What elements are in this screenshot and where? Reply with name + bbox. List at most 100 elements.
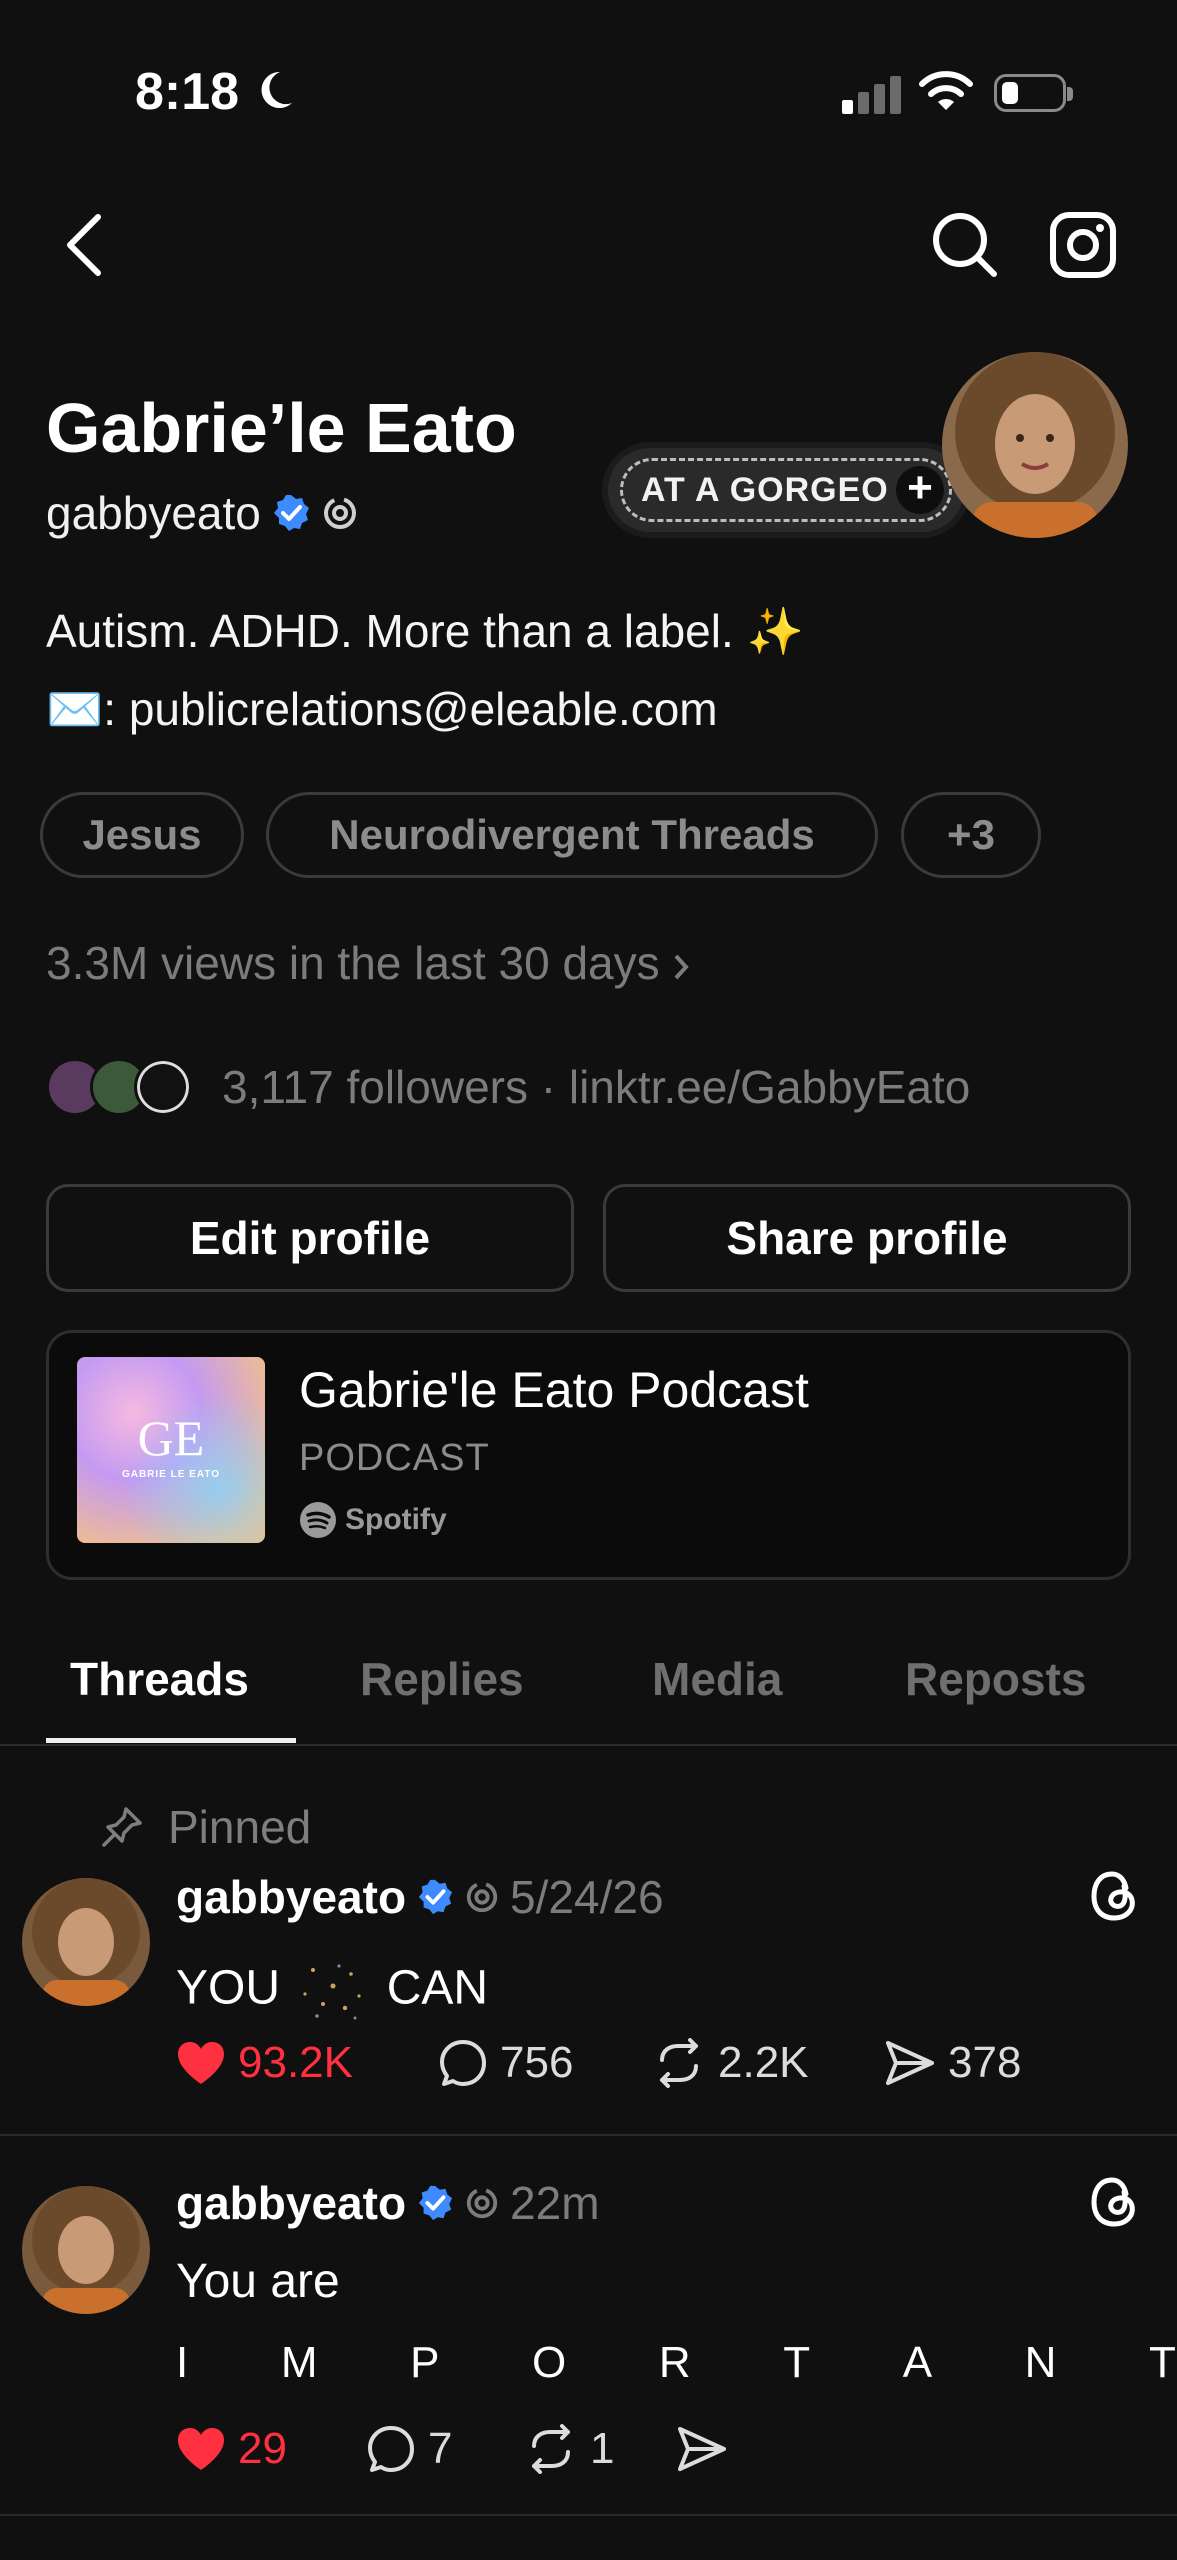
- post-text: YOU CAN: [176, 1956, 488, 2026]
- like-count: 29: [238, 2424, 287, 2473]
- status-time: 8:18: [135, 63, 240, 121]
- views-text: 3.3M views in the last 30 days: [46, 937, 660, 989]
- pinned-label: Pinned: [168, 1801, 312, 1853]
- repost-button[interactable]: 1: [524, 2424, 676, 2474]
- letter: I: [176, 2338, 189, 2387]
- threads-logo-icon[interactable]: [1088, 2174, 1140, 2230]
- views-insight-link[interactable]: 3.3M views in the last 30 days: [46, 936, 692, 990]
- tab-threads[interactable]: Threads: [70, 1652, 249, 1706]
- reply-button[interactable]: 756: [438, 2038, 652, 2088]
- repost-count: 2.2K: [718, 2038, 809, 2087]
- post-header: gabbyeato 22m: [176, 2176, 600, 2230]
- edit-profile-button[interactable]: Edit profile: [46, 1184, 574, 1292]
- spotify-icon: [300, 1502, 336, 1538]
- share-profile-button[interactable]: Share profile: [603, 1184, 1131, 1292]
- letter: T: [1149, 2338, 1176, 2387]
- reply-count: 756: [500, 2038, 574, 2087]
- tab-reposts[interactable]: Reposts: [905, 1652, 1086, 1706]
- send-icon: [886, 2041, 934, 2085]
- repost-icon: [660, 2038, 698, 2088]
- followers-text: 3,117 followers · linktr.ee/GabbyEato: [222, 1061, 971, 1113]
- repost-button[interactable]: 2.2K: [652, 2038, 884, 2088]
- chevron-right-icon: [674, 954, 690, 980]
- comment-icon: [440, 2040, 486, 2086]
- tag-chip-jesus[interactable]: Jesus: [40, 792, 244, 878]
- spotify-source: Spotify: [299, 1501, 447, 1539]
- tag-chip-neurodivergent[interactable]: Neurodivergent Threads: [266, 792, 878, 878]
- moon-icon: [261, 71, 292, 108]
- verified-badge-icon: [418, 2185, 453, 2221]
- chevron-left-icon: [67, 214, 101, 276]
- spotify-label: Spotify: [345, 1503, 447, 1536]
- podcast-title: Gabrie'le Eato Podcast: [299, 1362, 809, 1418]
- letter: A: [902, 2338, 933, 2387]
- letter: M: [280, 2338, 318, 2387]
- repost-count: 1: [590, 2424, 615, 2473]
- send-icon: [678, 2427, 726, 2471]
- like-button[interactable]: 29: [176, 2424, 366, 2474]
- post-avatar[interactable]: [22, 1878, 150, 2006]
- follower-avatar: [134, 1058, 192, 1116]
- cellular-signal-icon: [842, 76, 906, 114]
- post-actions: 93.2K 756 2.2K 378: [176, 2038, 1021, 2088]
- verified-badge-icon: [273, 495, 309, 531]
- search-icon: [933, 213, 997, 277]
- post-divider: [0, 2514, 1177, 2516]
- battery-icon: [994, 74, 1073, 112]
- letter: T: [783, 2338, 811, 2387]
- threads-logo-icon[interactable]: [1088, 1868, 1140, 1924]
- share-button[interactable]: 378: [884, 2038, 1021, 2088]
- podcast-art-caption: GABRIE LE EATO: [121, 1469, 221, 1480]
- back-button[interactable]: [48, 205, 120, 285]
- post-time: 22m: [510, 2177, 600, 2229]
- instagram-icon: [1050, 212, 1116, 278]
- podcast-art-monogram: GE: [137, 1410, 205, 1466]
- like-button[interactable]: 93.2K: [176, 2038, 438, 2088]
- pin-icon: [102, 1807, 142, 1847]
- handle-row: gabbyeato: [46, 486, 359, 540]
- tab-media[interactable]: Media: [652, 1652, 782, 1706]
- search-button[interactable]: [925, 205, 1005, 285]
- profile-avatar[interactable]: [942, 352, 1128, 538]
- post-text-part: YOU: [176, 1961, 281, 2015]
- fediverse-icon: [466, 1881, 498, 1913]
- active-tab-indicator: [46, 1738, 296, 1743]
- tag-chip-more[interactable]: +3: [901, 792, 1041, 878]
- verified-badge-icon: [418, 1879, 453, 1915]
- podcast-card[interactable]: GE GABRIE LE EATO Gabrie'le Eato Podcast…: [46, 1330, 1131, 1580]
- letter: R: [658, 2338, 691, 2387]
- share-button[interactable]: [676, 2425, 728, 2473]
- comment-icon: [368, 2426, 414, 2472]
- post-spaced-letters: I M P O R T A N T: [176, 2338, 1176, 2388]
- like-count: 93.2K: [238, 2038, 353, 2087]
- post-avatar[interactable]: [22, 2186, 150, 2314]
- heart-filled-icon: [178, 2042, 224, 2084]
- share-count: 378: [948, 2038, 1022, 2087]
- post-actions: 29 7 1: [176, 2424, 728, 2474]
- instagram-button[interactable]: [1045, 205, 1121, 285]
- bio-line-2[interactable]: ✉️: publicrelations@eleable.com: [46, 682, 718, 737]
- podcast-artwork: GE GABRIE LE EATO: [77, 1357, 265, 1543]
- profile-music-chip[interactable]: AT A GORGEO +: [608, 448, 964, 532]
- profile-tabs: Threads Replies Media Reposts: [0, 1602, 1177, 1746]
- podcast-type: PODCAST: [299, 1437, 490, 1479]
- post-text-part: CAN: [386, 1961, 489, 2015]
- letter: N: [1024, 2338, 1057, 2387]
- reply-button[interactable]: 7: [366, 2424, 524, 2474]
- pinned-label-row: Pinned: [100, 1800, 311, 1854]
- heart-filled-icon: [178, 2428, 224, 2470]
- post-time: 5/24/26: [510, 1871, 664, 1923]
- followers-row[interactable]: 3,117 followers · linktr.ee/GabbyEato: [46, 1058, 970, 1116]
- tab-replies[interactable]: Replies: [360, 1652, 524, 1706]
- profile-handle: gabbyeato: [46, 487, 261, 539]
- letter: O: [532, 2338, 567, 2387]
- post-username[interactable]: gabbyeato: [176, 2176, 406, 2230]
- post-divider: [0, 2134, 1177, 2136]
- letter: P: [410, 2338, 440, 2387]
- music-chip-text: AT A GORGEO: [641, 471, 889, 509]
- sparkle-media: [303, 1964, 361, 2020]
- fediverse-icon[interactable]: [321, 494, 359, 532]
- post-username[interactable]: gabbyeato: [176, 1870, 406, 1924]
- add-icon[interactable]: +: [896, 466, 944, 514]
- bio-line-1: Autism. ADHD. More than a label. ✨: [46, 605, 804, 657]
